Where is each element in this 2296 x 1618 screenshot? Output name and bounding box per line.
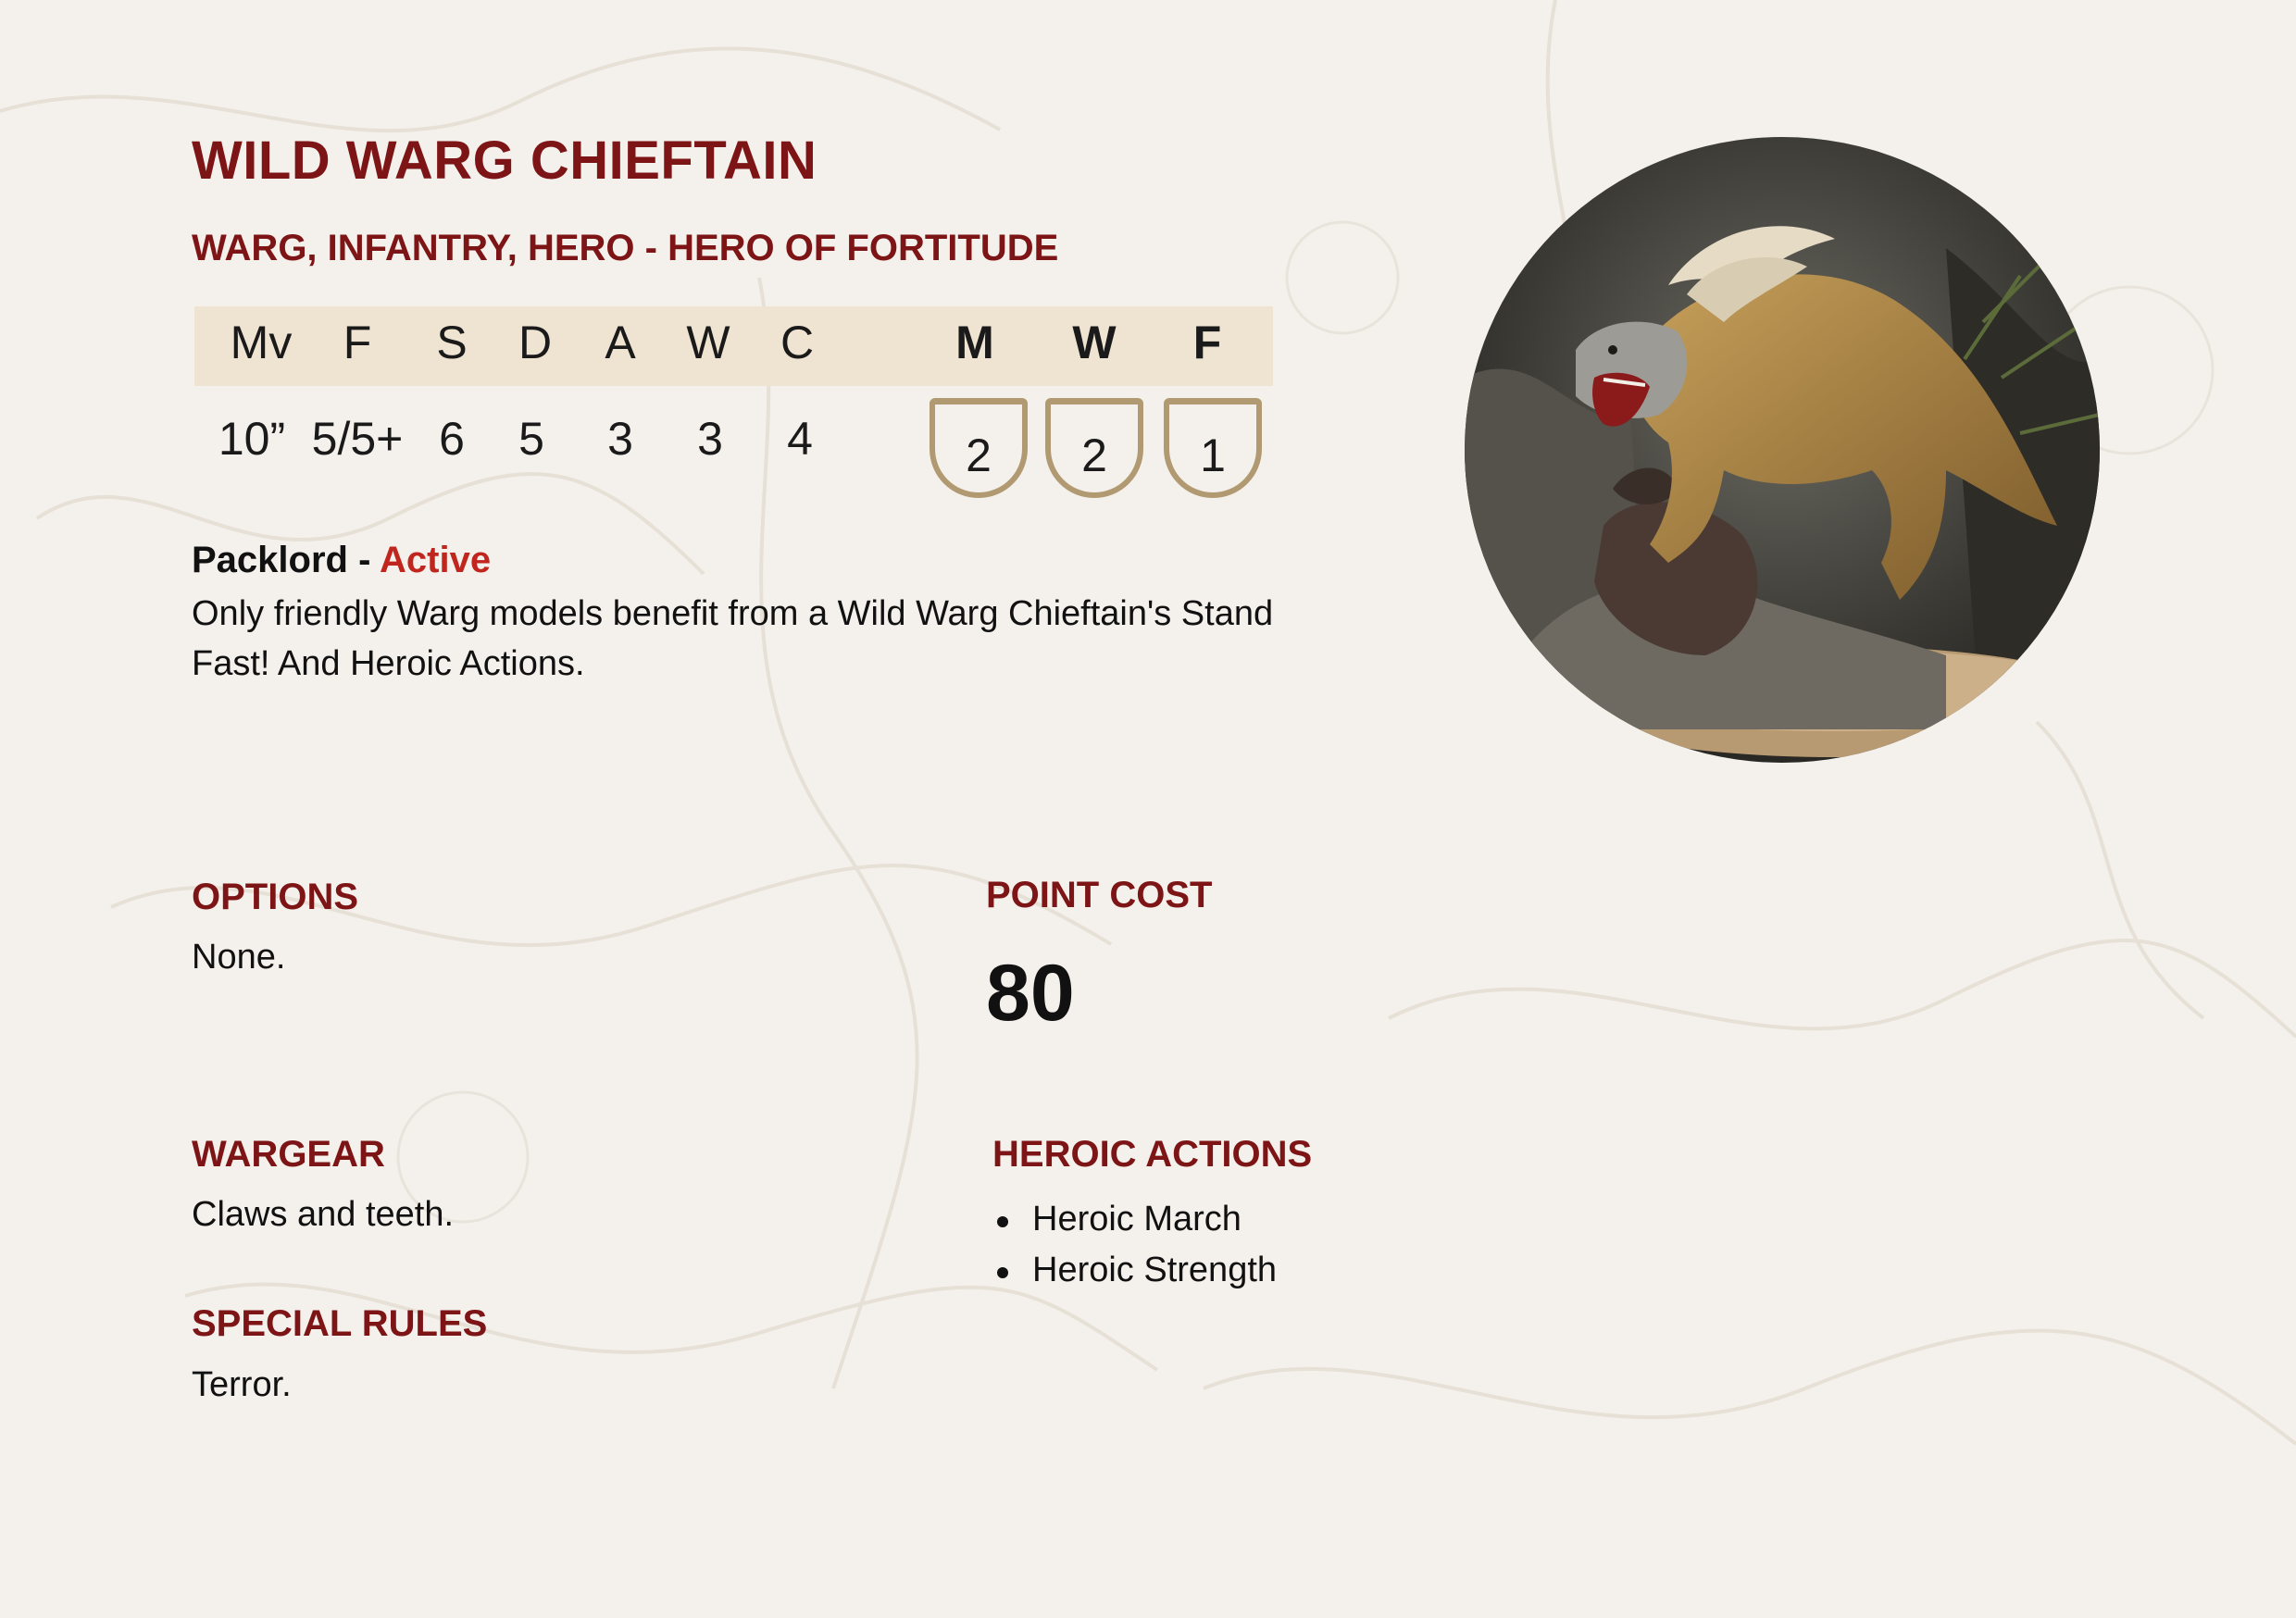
- stat-header-wounds: W: [686, 317, 730, 368]
- stat-header-move: Mv: [230, 317, 293, 368]
- special-rules-text: Terror.: [192, 1365, 292, 1404]
- options-heading: OPTIONS: [192, 877, 359, 917]
- stat-value-attacks: 3: [607, 413, 633, 465]
- stat-value-wounds: 3: [697, 413, 723, 465]
- stat-header-attacks: A: [605, 317, 636, 368]
- unit-keywords: WARG, INFANTRY, HERO - HERO OF FORTITUDE: [192, 228, 1059, 268]
- special-rule-type: Active: [380, 540, 492, 580]
- stat-header-might: M: [955, 317, 994, 368]
- stat-header-fate: F: [1192, 317, 1222, 368]
- unit-portrait: [1465, 137, 2100, 763]
- special-rule-name: Packlord: [192, 540, 348, 580]
- stat-value-fight: 5/5+: [311, 413, 404, 465]
- wargear-text: Claws and teeth.: [192, 1195, 455, 1234]
- options-text: None.: [192, 938, 286, 977]
- might-shield: 2: [930, 398, 1028, 498]
- point-cost-heading: POINT COST: [986, 875, 1213, 915]
- list-item: Heroic Strength: [995, 1245, 1277, 1296]
- heroic-actions-list: Heroic March Heroic Strength: [995, 1194, 1277, 1296]
- stat-value-courage: 4: [787, 413, 813, 465]
- wargear-heading: WARGEAR: [192, 1134, 385, 1175]
- list-item: Heroic March: [995, 1194, 1277, 1245]
- fate-value: 1: [1200, 429, 1226, 481]
- stat-value-strength: 6: [439, 413, 465, 465]
- profile-card: WILD WARG CHIEFTAIN WARG, INFANTRY, HERO…: [0, 0, 2296, 1618]
- stat-header-defence: D: [518, 317, 553, 368]
- fate-shield: 1: [1164, 398, 1262, 498]
- stat-header-will: W: [1072, 317, 1117, 368]
- special-rule-separator: -: [347, 540, 381, 580]
- stat-header-courage: C: [780, 317, 815, 368]
- point-cost-value: 80: [986, 949, 1075, 1038]
- stat-header-strength: S: [436, 317, 468, 368]
- special-rule-title: Packlord - Active: [192, 540, 491, 581]
- stat-header-fight: F: [343, 317, 372, 368]
- special-rule-text: Only friendly Warg models benefit from a…: [192, 594, 1274, 683]
- special-rules-heading: SPECIAL RULES: [192, 1303, 488, 1344]
- unit-name: WILD WARG CHIEFTAIN: [192, 131, 817, 191]
- heroic-actions-heading: HEROIC ACTIONS: [992, 1134, 1313, 1175]
- stat-value-move: 10”: [218, 413, 286, 465]
- will-shield: 2: [1045, 398, 1143, 498]
- might-value: 2: [966, 429, 992, 481]
- warg-miniature-image: [1465, 137, 2100, 763]
- stat-value-defence: 5: [518, 413, 544, 465]
- will-value: 2: [1081, 429, 1107, 481]
